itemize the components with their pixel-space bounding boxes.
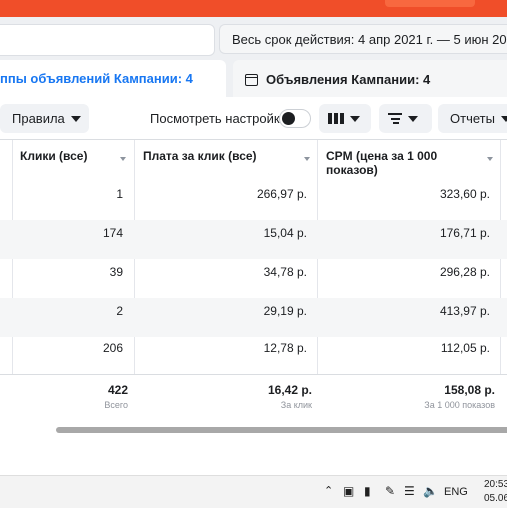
cell-cpm: 296,28 р. — [439, 265, 490, 279]
breakdown-button[interactable] — [379, 104, 432, 133]
clock-date: 05.06.20 — [484, 493, 507, 504]
tab-ad-sets[interactable]: ппы объявлений Кампании: 4 — [0, 60, 226, 97]
wifi-icon[interactable]: ☰ — [404, 484, 415, 498]
cell-cpc: 34,78 р. — [263, 265, 307, 279]
date-range-picker[interactable]: Весь срок действия: 4 апр 2021 г. — 5 ию… — [219, 24, 507, 54]
top-bar-tab[interactable] — [385, 0, 475, 7]
microphone-icon[interactable]: ▮ — [364, 484, 371, 498]
reports-label: Отчеты — [450, 111, 495, 126]
tab-ads-label: Объявления Кампании: 4 — [266, 72, 431, 87]
toggle-knob — [282, 112, 295, 125]
cell-cpm: 413,97 р. — [439, 304, 490, 318]
scrollbar-thumb[interactable] — [56, 427, 507, 433]
sort-icon[interactable] — [120, 157, 126, 161]
cell-cpm: 176,71 р. — [439, 226, 490, 240]
rules-button[interactable]: Правила — [0, 104, 89, 133]
table-row[interactable]: 2 29,19 р. 413,97 р. — [0, 298, 507, 337]
windows-taskbar: ⌃ ▣ ▮ ✎ ☰ 🔈 ENG 20:53 05.06.20 — [0, 475, 507, 508]
column-header-label: Клики (все) — [20, 149, 88, 163]
tab-ads[interactable]: Объявления Кампании: 4 — [233, 60, 507, 97]
columns-button[interactable] — [319, 104, 371, 133]
table-row[interactable]: 174 15,04 р. 176,71 р. — [0, 220, 507, 259]
sort-icon[interactable] — [487, 157, 493, 161]
cell-cpc: 266,97 р. — [256, 187, 307, 201]
column-header-cpm[interactable]: CPM (цена за 1 000 показов) — [326, 140, 476, 181]
table-row[interactable]: 1 266,97 р. 323,60 р. — [0, 181, 507, 220]
table-row[interactable]: 39 34,78 р. 296,28 р. — [0, 259, 507, 298]
taskbar-clock[interactable]: 20:53 05.06.20 — [484, 478, 507, 506]
column-header-label: CPM (цена за 1 000 показов) — [326, 149, 438, 177]
chevron-up-icon[interactable]: ⌃ — [324, 484, 333, 498]
columns-icon — [328, 113, 344, 125]
results-table: Клики (все) Плата за клик (все) CPM (цен… — [0, 139, 507, 428]
cell-clicks: 2 — [116, 304, 123, 318]
cell-clicks: 1 — [116, 187, 123, 201]
cell-clicks: 206 — [102, 341, 123, 355]
view-settings-label: Посмотреть настройки — [150, 111, 287, 126]
horizontal-scrollbar[interactable] — [0, 426, 507, 434]
language-indicator[interactable]: ENG — [444, 486, 468, 498]
volume-icon[interactable]: 🔈 — [423, 484, 438, 498]
toolbar: Правила Посмотреть настройки Отчеты — [0, 97, 507, 139]
window-icon — [245, 73, 258, 86]
total-cpc: 16,42 р. — [267, 383, 312, 397]
column-header-cpc[interactable]: Плата за клик (все) — [143, 140, 313, 181]
cell-cpc: 12,78 р. — [263, 341, 307, 355]
cell-clicks: 39 — [109, 265, 123, 279]
total-clicks-caption: Всего — [104, 400, 128, 410]
chevron-down-icon — [500, 115, 507, 122]
totals-row: 422 Всего 16,42 р. За клик 158,08 р. За … — [0, 374, 507, 428]
column-header-label: Плата за клик (все) — [143, 149, 257, 163]
chevron-down-icon — [70, 115, 81, 122]
chevron-down-icon — [408, 115, 418, 122]
search-input[interactable] — [0, 24, 215, 56]
column-header-clicks[interactable]: Клики (все) — [20, 140, 130, 181]
breakdown-icon — [388, 113, 402, 125]
sort-icon[interactable] — [304, 157, 310, 161]
cell-clicks: 174 — [102, 226, 123, 240]
cell-cpm: 323,60 р. — [439, 187, 490, 201]
meet-now-icon[interactable]: ▣ — [343, 484, 354, 498]
total-cpm: 158,08 р. — [444, 383, 495, 397]
pen-icon[interactable]: ✎ — [385, 484, 395, 498]
cell-cpc: 15,04 р. — [263, 226, 307, 240]
cell-cpc: 29,19 р. — [263, 304, 307, 318]
total-clicks: 422 — [107, 383, 128, 397]
reports-button[interactable]: Отчеты — [438, 104, 507, 133]
rules-label: Правила — [12, 111, 65, 126]
browser-top-bar — [0, 0, 507, 17]
chevron-down-icon — [350, 115, 360, 122]
clock-time: 20:53 — [484, 479, 507, 490]
table-row[interactable]: 206 12,78 р. 112,05 р. — [0, 335, 507, 374]
view-settings-toggle[interactable] — [279, 109, 311, 128]
total-cpm-caption: За 1 000 показов — [424, 400, 495, 410]
total-cpc-caption: За клик — [280, 400, 312, 410]
cell-cpm: 112,05 р. — [440, 341, 490, 355]
